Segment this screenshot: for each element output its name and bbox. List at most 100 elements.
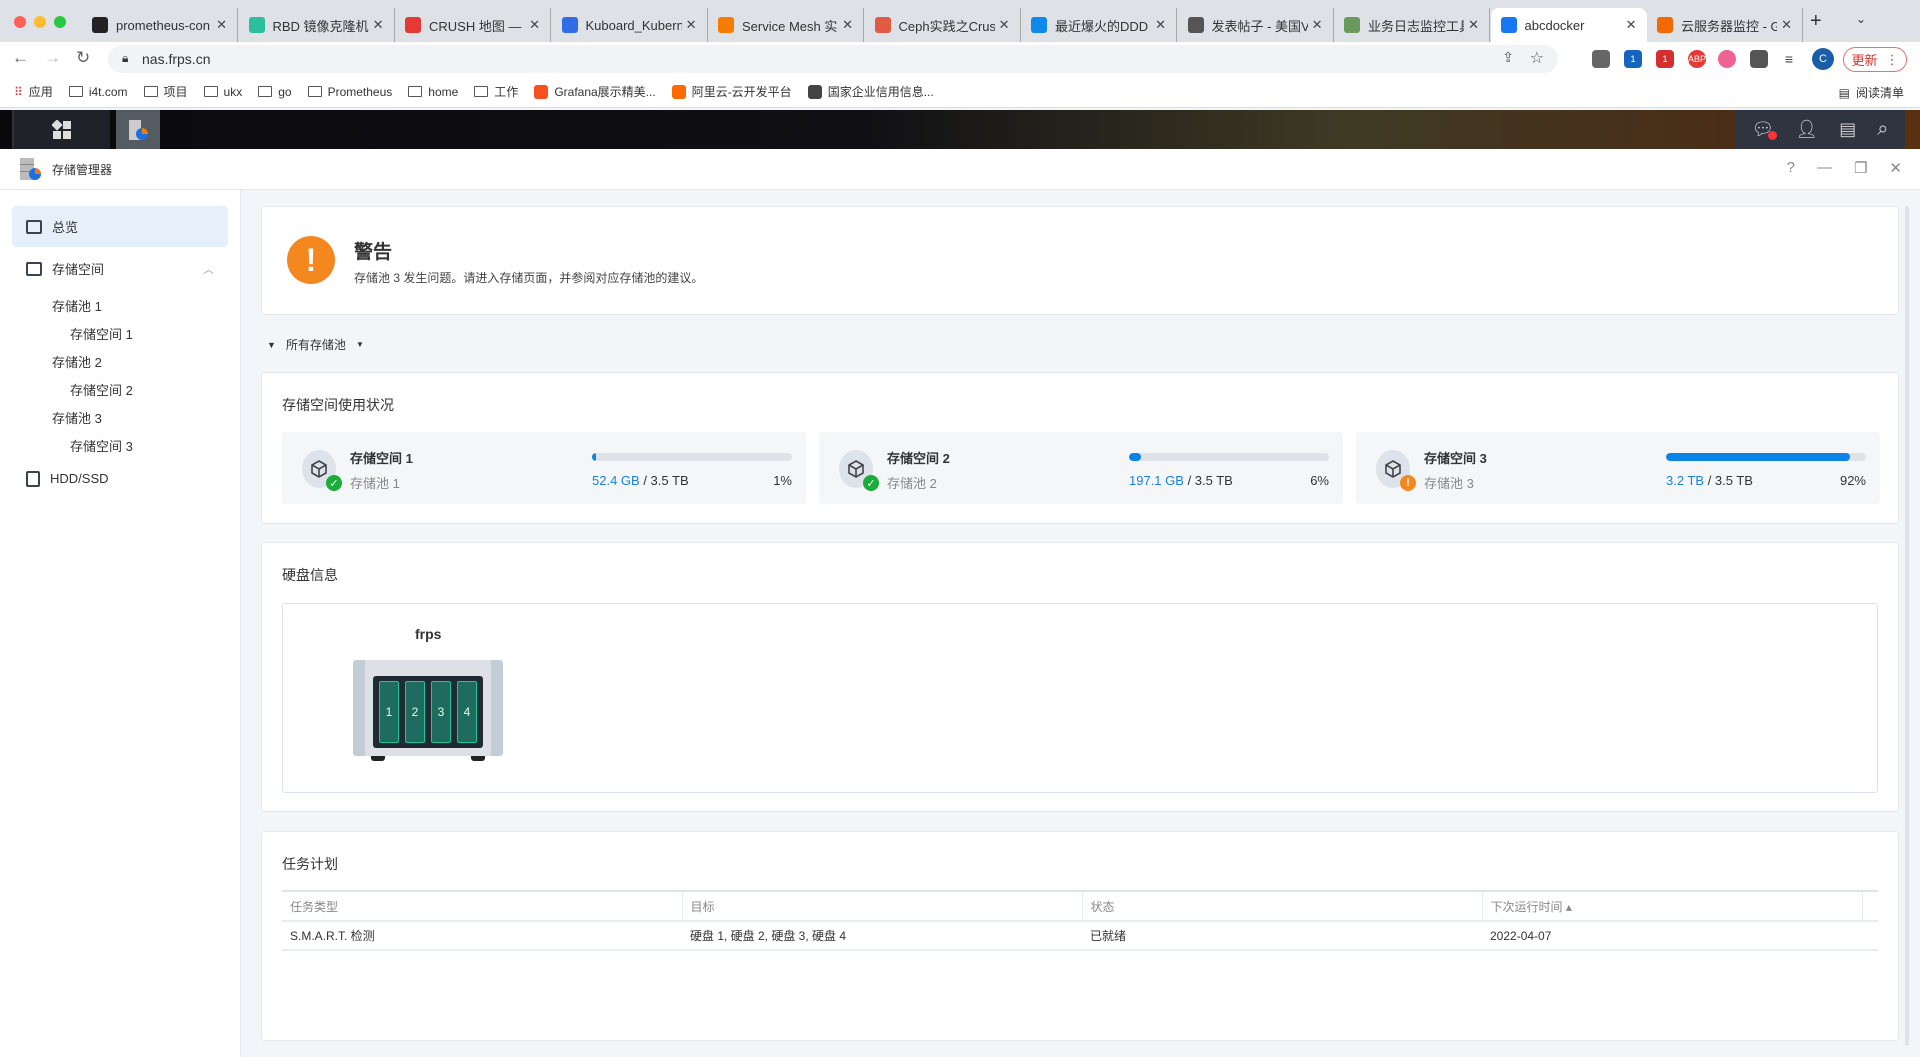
help-button[interactable]: ? bbox=[1787, 159, 1795, 177]
bookmark-item[interactable]: 阿里云-云开发平台 bbox=[671, 83, 792, 100]
close-tab-icon[interactable]: ✕ bbox=[216, 17, 227, 33]
bookmark-item[interactable]: home bbox=[408, 85, 458, 99]
total-size: / 3.5 TB bbox=[1707, 473, 1753, 488]
sidebar: 总览 存储空间 ︿ 存储池 1 存储空间 1 存储池 2 存储空间 2 存储池 3 存储空间… bbox=[0, 190, 241, 1057]
browser-tab[interactable]: Service Mesh 实 ✕ bbox=[708, 8, 864, 42]
column-header[interactable]: 状态 bbox=[1082, 890, 1483, 922]
bookmark-item[interactable]: i4t.com bbox=[68, 85, 128, 99]
minimize-button[interactable]: — bbox=[1817, 159, 1832, 177]
close-tab-icon[interactable]: ✕ bbox=[1781, 17, 1792, 33]
bookmark-item[interactable]: Prometheus bbox=[307, 85, 392, 99]
sidebar-item-pool[interactable]: 存储池 3 bbox=[52, 408, 102, 427]
extension-badge-icon[interactable]: 1 bbox=[1624, 50, 1642, 68]
maximize-window-button[interactable] bbox=[54, 16, 66, 28]
share-icon[interactable]: ⇪ bbox=[1502, 49, 1514, 66]
close-button[interactable]: ✕ bbox=[1889, 159, 1902, 177]
sidebar-item-volume[interactable]: 存储空间 1 bbox=[70, 324, 133, 343]
address-bar[interactable]: 🔒︎ nas.frps.cn ⇪ ☆ bbox=[108, 45, 1558, 73]
pool-filter-dropdown[interactable]: ▼ 所有存储池 ▼ bbox=[267, 336, 364, 353]
update-button[interactable]: 更新 ⋮ bbox=[1843, 47, 1907, 72]
column-header[interactable]: 任务类型 bbox=[282, 890, 683, 922]
close-tab-icon[interactable]: ✕ bbox=[529, 17, 540, 33]
browser-tab[interactable]: RBD 镜像克隆机制✕ bbox=[239, 8, 395, 42]
close-tab-icon[interactable]: ✕ bbox=[842, 17, 853, 33]
browser-tab[interactable]: 发表帖子 - 美国V ✕ bbox=[1178, 8, 1334, 42]
bookmark-item[interactable]: go bbox=[258, 85, 292, 99]
bookmark-item[interactable]: 国家企业信用信息... bbox=[807, 83, 934, 100]
restore-button[interactable]: ❐ bbox=[1854, 159, 1867, 177]
sidebar-item-volume[interactable]: 存储空间 3 bbox=[70, 436, 133, 455]
forward-button[interactable]: → bbox=[44, 48, 61, 68]
folder-icon bbox=[408, 86, 423, 97]
bookmark-item[interactable]: 项目 bbox=[143, 83, 188, 100]
reading-list-button[interactable]: ▤ 阅读清单 bbox=[1839, 84, 1904, 101]
warning-icon: ! bbox=[287, 236, 335, 284]
back-button[interactable]: ← bbox=[12, 48, 29, 68]
disk-bay[interactable]: 3 bbox=[431, 681, 451, 743]
media-list-icon[interactable]: ≡ bbox=[1780, 50, 1798, 68]
browser-tab[interactable]: Ceph实践之Crus ✕ bbox=[865, 8, 1021, 42]
extensions-puzzle-icon[interactable] bbox=[1750, 50, 1768, 68]
browser-tab[interactable]: Kuboard_Kubern ✕ bbox=[552, 8, 708, 42]
sidebar-item-volume[interactable]: 存储空间 2 bbox=[70, 380, 133, 399]
folder-icon bbox=[474, 86, 489, 97]
bookmark-item[interactable]: ⠿ 应用 bbox=[14, 83, 53, 100]
table-cell bbox=[1862, 921, 1878, 951]
extension-cat-icon[interactable] bbox=[1592, 50, 1610, 68]
extension-dots-icon[interactable] bbox=[1718, 50, 1736, 68]
column-header[interactable]: 目标 bbox=[682, 890, 1083, 922]
collapse-caret-icon[interactable]: ▼ bbox=[267, 340, 276, 350]
close-tab-icon[interactable]: ✕ bbox=[1468, 17, 1479, 33]
main-menu-button[interactable] bbox=[14, 110, 110, 149]
close-tab-icon[interactable]: ✕ bbox=[1155, 17, 1166, 33]
extension-badge-icon[interactable]: 1 bbox=[1656, 50, 1674, 68]
sidebar-item-pool[interactable]: 存储池 1 bbox=[52, 296, 102, 315]
bookmark-item[interactable]: Grafana展示精美... bbox=[534, 83, 656, 100]
browser-tab[interactable]: 云服务器监控 - G ✕ bbox=[1647, 8, 1803, 42]
sidebar-item-pool[interactable]: 存储池 2 bbox=[52, 352, 102, 371]
bookmark-star-icon[interactable]: ☆ bbox=[1530, 48, 1544, 68]
notifications-icon[interactable]: 💬︎ bbox=[1752, 119, 1778, 140]
sidebar-item-storage[interactable]: 存储空间 ︿ bbox=[12, 248, 228, 289]
disk-bay[interactable]: 2 bbox=[405, 681, 425, 743]
close-window-button[interactable] bbox=[14, 16, 26, 28]
close-tab-icon[interactable]: ✕ bbox=[1626, 17, 1637, 33]
browser-tab[interactable]: 最近爆火的DDD ✕ bbox=[1021, 8, 1177, 42]
profile-avatar[interactable]: C bbox=[1812, 48, 1834, 70]
tab-search-chevron-icon[interactable]: ⌄ bbox=[1856, 12, 1866, 26]
volume-card[interactable]: ! 存储空间 3 存储池 3 3.2 TB / 3.5 TB 92% bbox=[1356, 432, 1880, 504]
reload-button[interactable]: ↻ bbox=[76, 48, 90, 68]
jianshu-icon bbox=[874, 17, 891, 33]
table-row[interactable]: S.M.A.R.T. 检测 硬盘 1, 硬盘 2, 硬盘 3, 硬盘 4 已就绪 20… bbox=[282, 921, 1878, 951]
storage-manager-task-button[interactable] bbox=[116, 110, 160, 149]
search-icon[interactable]: ⌕ bbox=[1877, 118, 1888, 141]
bookmark-item[interactable]: 工作 bbox=[474, 83, 518, 100]
widgets-icon[interactable]: ▤ bbox=[1839, 119, 1856, 140]
bookmark-item[interactable]: ukx bbox=[203, 85, 242, 99]
new-tab-button[interactable]: + bbox=[1810, 10, 1822, 33]
sidebar-item-hdd[interactable]: HDD/SSD bbox=[12, 458, 228, 499]
close-tab-icon[interactable]: ✕ bbox=[1312, 17, 1323, 33]
sidebar-item-overview[interactable]: 总览 bbox=[12, 206, 228, 247]
browser-tab[interactable]: CRUSH 地图 — C ✕ bbox=[395, 8, 551, 42]
close-tab-icon[interactable]: ✕ bbox=[373, 17, 384, 33]
browser-tab[interactable]: 业务日志监控工具 ✕ bbox=[1334, 8, 1490, 42]
minimize-window-button[interactable] bbox=[34, 16, 46, 28]
card-title: 任务计划 bbox=[282, 856, 338, 872]
volume-card[interactable]: ✓ 存储空间 2 存储池 2 197.1 GB / 3.5 TB 6% bbox=[819, 432, 1343, 504]
close-tab-icon[interactable]: ✕ bbox=[686, 17, 697, 33]
volume-card[interactable]: ✓ 存储空间 1 存储池 1 52.4 GB / 3.5 TB 1% bbox=[282, 432, 806, 504]
total-size: / 3.5 TB bbox=[643, 473, 689, 488]
chevron-up-icon[interactable]: ︿ bbox=[203, 261, 214, 277]
adblock-icon[interactable]: ABP bbox=[1688, 50, 1706, 68]
nas-diagram[interactable]: frps 1234 bbox=[282, 603, 1878, 793]
disk-bay[interactable]: 4 bbox=[457, 681, 477, 743]
scrollbar[interactable] bbox=[1905, 206, 1909, 1046]
close-tab-icon[interactable]: ✕ bbox=[999, 17, 1010, 33]
column-header[interactable]: 下次运行时间 ▴ bbox=[1482, 890, 1863, 922]
tab-title: 最近爆火的DDD bbox=[1055, 18, 1149, 34]
browser-tab[interactable]: abcdocker ✕ bbox=[1490, 8, 1647, 42]
browser-tab[interactable]: prometheus-con ✕ bbox=[82, 8, 238, 42]
disk-bay[interactable]: 1 bbox=[379, 681, 399, 743]
user-icon[interactable]: 👤︎ bbox=[1795, 119, 1818, 140]
